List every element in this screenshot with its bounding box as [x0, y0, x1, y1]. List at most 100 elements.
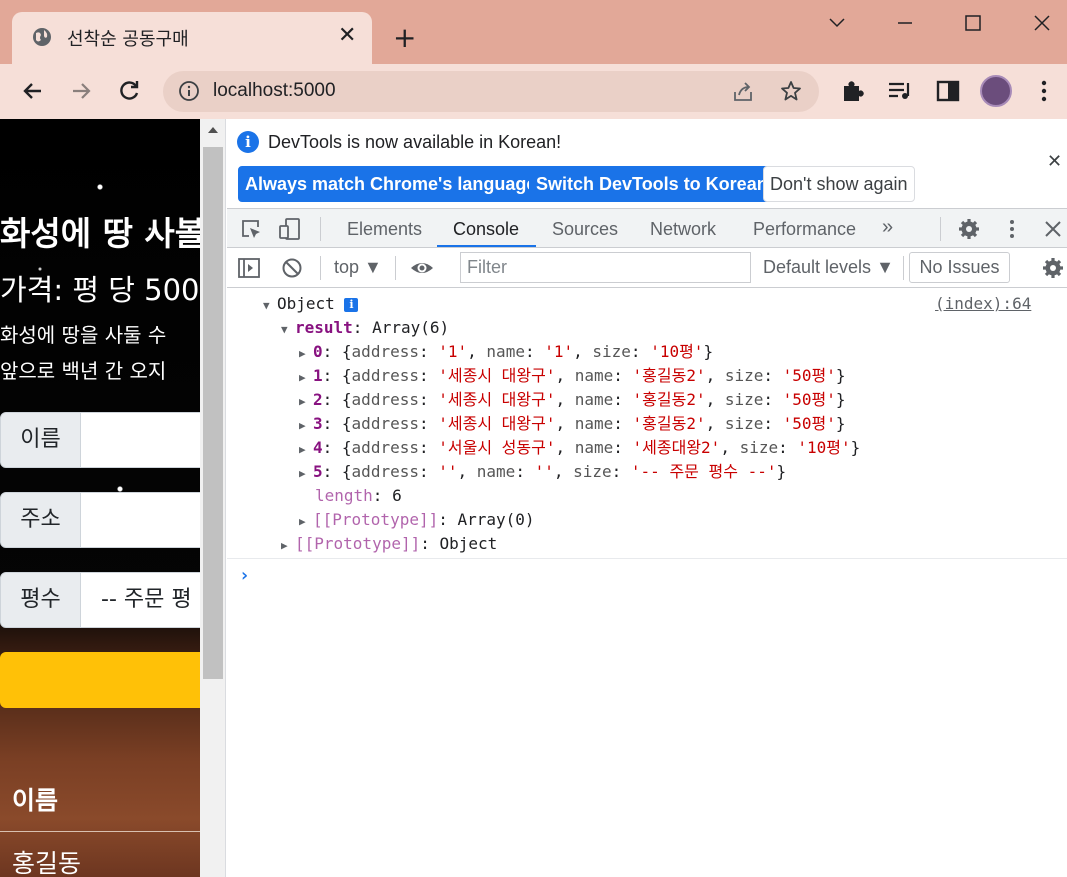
prototype-key: [[Prototype]]	[295, 534, 421, 553]
collapsed-triangle-icon[interactable]: ▶	[299, 463, 313, 485]
name-input[interactable]	[80, 412, 200, 468]
item-index: 3	[313, 414, 323, 433]
name-key: name	[476, 462, 516, 481]
profile-avatar[interactable]	[980, 75, 1012, 107]
address-input[interactable]	[80, 492, 200, 548]
tab-elements[interactable]: Elements	[347, 219, 422, 240]
dont-show-again-button[interactable]: Don't show again	[763, 166, 915, 202]
tab-network[interactable]: Network	[650, 219, 716, 240]
tab-sources[interactable]: Sources	[552, 219, 618, 240]
collapsed-triangle-icon[interactable]: ▶	[299, 367, 313, 389]
more-tabs-icon[interactable]: »	[882, 216, 893, 239]
settings-gear-icon[interactable]	[957, 217, 981, 241]
minimize-icon[interactable]	[890, 8, 920, 38]
tab-console[interactable]: Console	[453, 219, 519, 240]
toolbar-divider	[395, 256, 396, 280]
item-address: '1'	[438, 342, 468, 361]
item-address: '세종시 대왕구'	[438, 390, 556, 409]
collapsed-triangle-icon[interactable]: ▶	[299, 511, 313, 533]
side-panel-icon[interactable]	[934, 77, 962, 105]
chevron-down-icon[interactable]	[822, 8, 852, 38]
size-select[interactable]: -- 주문 평	[80, 572, 200, 628]
device-toolbar-icon[interactable]	[278, 217, 302, 241]
array-item-row[interactable]: ▶ 3: {address: '세종시 대왕구', name: '홍길동2', s…	[299, 413, 846, 437]
array-item-row[interactable]: ▶ 1: {address: '세종시 대왕구', name: '홍길동2', s…	[299, 365, 846, 389]
expanded-triangle-icon[interactable]: ▼	[263, 295, 277, 317]
collapsed-triangle-icon[interactable]: ▶	[299, 343, 313, 365]
browser-tab[interactable]: 선착순 공동구매 ✕	[12, 12, 372, 64]
new-tab-icon[interactable]: +	[393, 24, 416, 52]
source-link[interactable]: (index):64	[935, 294, 1031, 313]
context-selector[interactable]: top ▼	[334, 257, 382, 278]
share-icon[interactable]	[731, 80, 755, 104]
address-key: address	[351, 366, 419, 385]
web-page-viewport: 화성에 땅 사볼 가격: 평 당 500 화성에 땅을 사둘 수 앞으로 백년 …	[0, 119, 200, 877]
close-window-icon[interactable]	[1027, 8, 1057, 38]
item-address: '세종시 대왕구'	[438, 366, 556, 385]
log-levels-dropdown[interactable]: Default levels ▼	[763, 257, 894, 278]
maximize-icon[interactable]	[958, 8, 988, 38]
array-prototype-value: Array(0)	[457, 510, 535, 529]
collapsed-triangle-icon[interactable]: ▶	[299, 391, 313, 413]
address-key: address	[351, 462, 419, 481]
close-devtools-icon[interactable]	[1041, 217, 1065, 241]
reload-icon[interactable]	[115, 77, 143, 105]
context-value: top	[334, 257, 360, 277]
object-prototype[interactable]: ▶ [[Prototype]]: Object	[281, 533, 497, 557]
close-infobar-icon[interactable]: ✕	[1047, 151, 1062, 172]
array-item-row[interactable]: ▶ 0: {address: '1', name: '1', size: '10평…	[299, 341, 713, 365]
expanded-triangle-icon[interactable]: ▼	[281, 319, 295, 341]
active-tab-indicator	[437, 245, 536, 247]
size-key: size	[592, 342, 631, 361]
address-bar[interactable]: localhost:5000	[163, 71, 819, 112]
live-expression-eye-icon[interactable]	[410, 256, 434, 280]
toolbar-divider	[320, 256, 321, 280]
console-output: (index):64 ▼ Object i ▼ result: Array(6) ▶…	[227, 289, 1067, 877]
always-match-language-button[interactable]: Always match Chrome's language	[238, 166, 544, 202]
result-property[interactable]: ▼ result: Array(6)	[281, 317, 449, 341]
globe-icon	[33, 28, 51, 46]
scrollbar-thumb[interactable]	[203, 147, 223, 679]
console-prompt-chevron-icon[interactable]: ›	[239, 565, 250, 586]
tab-performance[interactable]: Performance	[753, 219, 856, 240]
more-vert-icon[interactable]	[1000, 217, 1024, 241]
clear-console-icon[interactable]	[280, 256, 304, 280]
switch-to-korean-button[interactable]: Switch DevTools to Korean	[529, 166, 775, 202]
console-settings-gear-icon[interactable]	[1041, 256, 1065, 280]
collapsed-triangle-icon[interactable]: ▶	[281, 535, 295, 557]
collapsed-triangle-icon[interactable]: ▶	[299, 415, 313, 437]
array-item-row[interactable]: ▶ 5: {address: '', name: '', size: '-- 주문…	[299, 461, 786, 485]
item-size: '50평'	[782, 366, 836, 385]
item-name: ''	[534, 462, 554, 481]
item-name: '홍길동2'	[632, 390, 706, 409]
size-key: size	[739, 438, 779, 457]
page-scrollbar[interactable]	[200, 119, 226, 877]
collapsed-triangle-icon[interactable]: ▶	[299, 439, 313, 461]
tab-title: 선착순 공동구매	[67, 29, 189, 50]
item-address: '세종시 대왕구'	[438, 414, 556, 433]
array-item-row[interactable]: ▶ 2: {address: '세종시 대왕구', name: '홍길동2', s…	[299, 389, 846, 413]
item-size: '50평'	[782, 390, 836, 409]
array-prototype[interactable]: ▶ [[Prototype]]: Array(0)	[299, 509, 535, 533]
media-queue-icon[interactable]	[886, 77, 914, 105]
show-sidebar-icon[interactable]	[237, 256, 261, 280]
scroll-up-arrow-icon[interactable]	[208, 127, 218, 133]
array-item-row[interactable]: ▶ 4: {address: '서울시 성동구', name: '세종대왕2', …	[299, 437, 860, 461]
issues-button[interactable]: No Issues	[909, 252, 1010, 283]
close-tab-icon[interactable]: ✕	[338, 25, 356, 47]
order-button[interactable]	[0, 652, 200, 708]
extensions-puzzle-icon[interactable]	[839, 77, 867, 105]
item-size: '50평'	[782, 414, 836, 433]
site-info-icon[interactable]	[178, 80, 200, 102]
more-vert-icon[interactable]	[1030, 77, 1058, 105]
inspect-element-icon[interactable]	[239, 217, 263, 241]
back-arrow-icon[interactable]	[19, 77, 47, 105]
log-object-root[interactable]: ▼ Object i	[263, 293, 359, 317]
console-filter-input[interactable]: Filter	[460, 252, 751, 283]
object-prototype-value: Object	[439, 534, 498, 553]
bookmark-star-icon[interactable]	[779, 79, 803, 103]
forward-arrow-icon[interactable]	[67, 77, 95, 105]
size-label: 평수	[0, 572, 81, 628]
devtools-panel: i DevTools is now available in Korean! ✕…	[227, 119, 1067, 877]
item-index: 5	[313, 462, 323, 481]
